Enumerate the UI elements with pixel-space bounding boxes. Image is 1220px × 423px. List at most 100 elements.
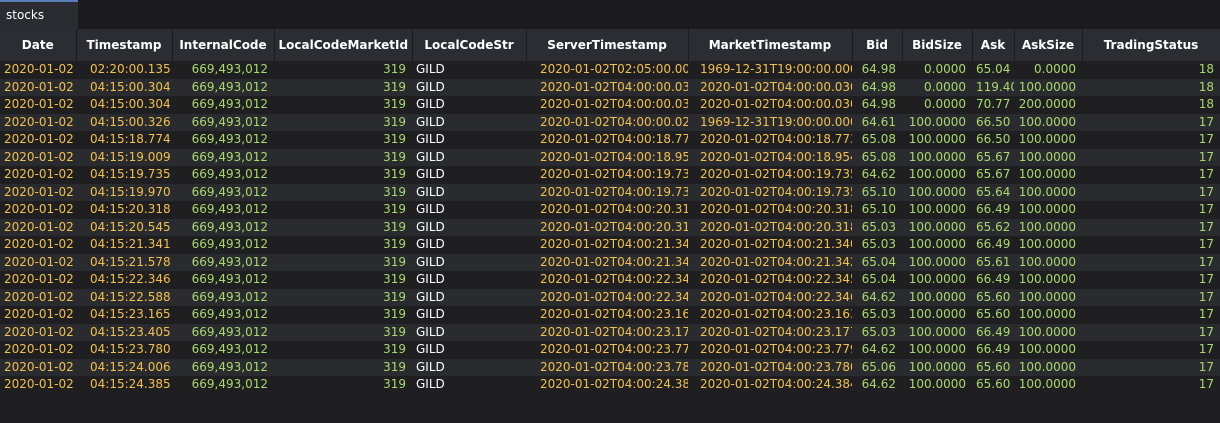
bid-cell: 65.04 xyxy=(852,271,902,289)
trading-status-cell: 17 xyxy=(1082,253,1220,271)
column-header-server-timestamp[interactable]: ServerTimestamp xyxy=(526,29,689,61)
ask-cell: 66.50 xyxy=(972,113,1014,131)
local-code-str-cell: GILD xyxy=(412,61,526,79)
bid-cell: 65.03 xyxy=(852,306,902,324)
internal-code-cell: 669,493,012 xyxy=(172,271,274,289)
local-code-market-id-cell: 319 xyxy=(274,96,412,114)
ask-cell: 65.60 xyxy=(972,376,1014,394)
column-header-bid-size[interactable]: BidSize xyxy=(902,29,973,61)
bid-cell: 65.08 xyxy=(852,131,902,149)
market-timestamp-cell: 2020-01-02T04:00:00.030 xyxy=(688,96,852,114)
internal-code-cell: 669,493,012 xyxy=(172,358,274,376)
trading-status-cell: 17 xyxy=(1082,131,1220,149)
date-cell: 2020-01-02 xyxy=(0,236,76,254)
local-code-str-cell: GILD xyxy=(412,166,526,184)
column-header-local-code-str[interactable]: LocalCodeStr xyxy=(412,29,527,61)
timestamp-cell: 04:15:00.304 xyxy=(76,96,172,114)
table-row[interactable]: 2020-01-02 04:15:21.341 669,493,012 319 GILD… xyxy=(0,236,1220,254)
server-timestamp-cell: 2020-01-02T04:00:21.340 xyxy=(526,236,688,254)
server-timestamp-cell: 2020-01-02T04:00:00.024 xyxy=(526,113,688,131)
local-code-market-id-cell: 319 xyxy=(274,288,412,306)
table-row[interactable]: 2020-01-02 04:15:24.006 669,493,012 319 GILD… xyxy=(0,358,1220,376)
local-code-str-cell: GILD xyxy=(412,341,526,359)
bid-cell: 65.03 xyxy=(852,323,902,341)
trading-status-cell: 17 xyxy=(1082,323,1220,341)
local-code-str-cell: GILD xyxy=(412,148,526,166)
market-timestamp-cell: 2020-01-02T04:00:21.342 xyxy=(688,253,852,271)
local-code-str-cell: GILD xyxy=(412,218,526,236)
column-header-local-code-market-id[interactable]: LocalCodeMarketId xyxy=(274,29,413,61)
table-row[interactable]: 2020-01-02 04:15:19.735 669,493,012 319 GILD… xyxy=(0,166,1220,184)
ask-size-cell: 100.0000 xyxy=(1014,358,1082,376)
internal-code-cell: 669,493,012 xyxy=(172,131,274,149)
server-timestamp-cell: 2020-01-02T04:00:00.030 xyxy=(526,78,688,96)
ask-size-cell: 0.0000 xyxy=(1014,61,1082,79)
ask-size-cell: 100.0000 xyxy=(1014,78,1082,96)
column-header-timestamp[interactable]: Timestamp xyxy=(76,29,173,61)
ask-size-cell: 100.0000 xyxy=(1014,148,1082,166)
table-row[interactable]: 2020-01-02 04:15:00.304 669,493,012 319 GILD… xyxy=(0,78,1220,96)
table-row[interactable]: 2020-01-02 04:15:00.326 669,493,012 319 GILD… xyxy=(0,113,1220,131)
table-row[interactable]: 2020-01-02 04:15:19.970 669,493,012 319 GILD… xyxy=(0,183,1220,201)
ask-size-cell: 100.0000 xyxy=(1014,341,1082,359)
table-row[interactable]: 2020-01-02 04:15:20.545 669,493,012 319 GILD… xyxy=(0,218,1220,236)
table-row[interactable]: 2020-01-02 04:15:19.009 669,493,012 319 GILD… xyxy=(0,148,1220,166)
ask-size-cell: 100.0000 xyxy=(1014,113,1082,131)
date-cell: 2020-01-02 xyxy=(0,288,76,306)
local-code-market-id-cell: 319 xyxy=(274,218,412,236)
column-header-ask-size[interactable]: AskSize xyxy=(1014,29,1083,61)
table-row[interactable]: 2020-01-02 02:20:00.135 669,493,012 319 GILD… xyxy=(0,61,1220,79)
column-header-date[interactable]: Date xyxy=(0,29,77,61)
server-timestamp-cell: 2020-01-02T04:00:23.780 xyxy=(526,358,688,376)
market-timestamp-cell: 2020-01-02T04:00:21.340 xyxy=(688,236,852,254)
local-code-market-id-cell: 319 xyxy=(274,306,412,324)
timestamp-cell: 04:15:19.970 xyxy=(76,183,172,201)
server-timestamp-cell: 2020-01-02T04:00:00.030 xyxy=(526,96,688,114)
date-cell: 2020-01-02 xyxy=(0,271,76,289)
timestamp-cell: 04:15:23.165 xyxy=(76,306,172,324)
market-timestamp-cell: 2020-01-02T04:00:24.384 xyxy=(688,376,852,394)
local-code-market-id-cell: 319 xyxy=(274,78,412,96)
table-row[interactable]: 2020-01-02 04:15:23.165 669,493,012 319 GILD… xyxy=(0,306,1220,324)
table-row[interactable]: 2020-01-02 04:15:22.346 669,493,012 319 GILD… xyxy=(0,271,1220,289)
local-code-market-id-cell: 319 xyxy=(274,183,412,201)
column-header-bid[interactable]: Bid xyxy=(852,29,903,61)
trading-status-cell: 17 xyxy=(1082,271,1220,289)
ask-size-cell: 100.0000 xyxy=(1014,218,1082,236)
bid-cell: 64.62 xyxy=(852,341,902,359)
column-header-trading-status[interactable]: TradingStatus xyxy=(1082,29,1220,61)
market-timestamp-cell: 2020-01-02T04:00:23.163 xyxy=(688,306,852,324)
table-body: 2020-01-02 02:20:00.135 669,493,012 319 GILD… xyxy=(0,61,1220,394)
table-row[interactable]: 2020-01-02 04:15:23.405 669,493,012 319 GILD… xyxy=(0,323,1220,341)
timestamp-cell: 04:15:19.009 xyxy=(76,148,172,166)
ask-cell: 65.67 xyxy=(972,148,1014,166)
date-cell: 2020-01-02 xyxy=(0,341,76,359)
table-row[interactable]: 2020-01-02 04:15:23.780 669,493,012 319 GILD… xyxy=(0,341,1220,359)
table-row[interactable]: 2020-01-02 04:15:18.774 669,493,012 319 GILD… xyxy=(0,131,1220,149)
server-timestamp-cell: 2020-01-02T04:00:21.342 xyxy=(526,253,688,271)
column-header-internal-code[interactable]: InternalCode xyxy=(172,29,275,61)
table-row[interactable]: 2020-01-02 04:15:00.304 669,493,012 319 GILD… xyxy=(0,96,1220,114)
column-header-market-timestamp[interactable]: MarketTimestamp xyxy=(688,29,853,61)
timestamp-cell: 04:15:20.545 xyxy=(76,218,172,236)
market-timestamp-cell: 2020-01-02T04:00:20.318 xyxy=(688,218,852,236)
column-header-ask[interactable]: Ask xyxy=(972,29,1015,61)
date-cell: 2020-01-02 xyxy=(0,323,76,341)
table-row[interactable]: 2020-01-02 04:15:20.318 669,493,012 319 GILD… xyxy=(0,201,1220,219)
ask-cell: 66.49 xyxy=(972,271,1014,289)
ask-size-cell: 100.0000 xyxy=(1014,253,1082,271)
table-row[interactable]: 2020-01-02 04:15:22.588 669,493,012 319 GILD… xyxy=(0,288,1220,306)
internal-code-cell: 669,493,012 xyxy=(172,253,274,271)
bid-size-cell: 100.0000 xyxy=(902,166,972,184)
server-timestamp-cell: 2020-01-02T04:00:22.346 xyxy=(526,288,688,306)
local-code-str-cell: GILD xyxy=(412,183,526,201)
table-row[interactable]: 2020-01-02 04:15:21.578 669,493,012 319 GILD… xyxy=(0,253,1220,271)
server-timestamp-cell: 2020-01-02T04:00:19.735 xyxy=(526,183,688,201)
date-cell: 2020-01-02 xyxy=(0,201,76,219)
market-timestamp-cell: 2020-01-02T04:00:20.318 xyxy=(688,201,852,219)
table-row[interactable]: 2020-01-02 04:15:24.385 669,493,012 319 GILD… xyxy=(0,376,1220,394)
tab-stocks[interactable]: stocks xyxy=(0,0,78,29)
ask-size-cell: 100.0000 xyxy=(1014,323,1082,341)
internal-code-cell: 669,493,012 xyxy=(172,113,274,131)
market-timestamp-cell: 2020-01-02T04:00:00.030 xyxy=(688,78,852,96)
